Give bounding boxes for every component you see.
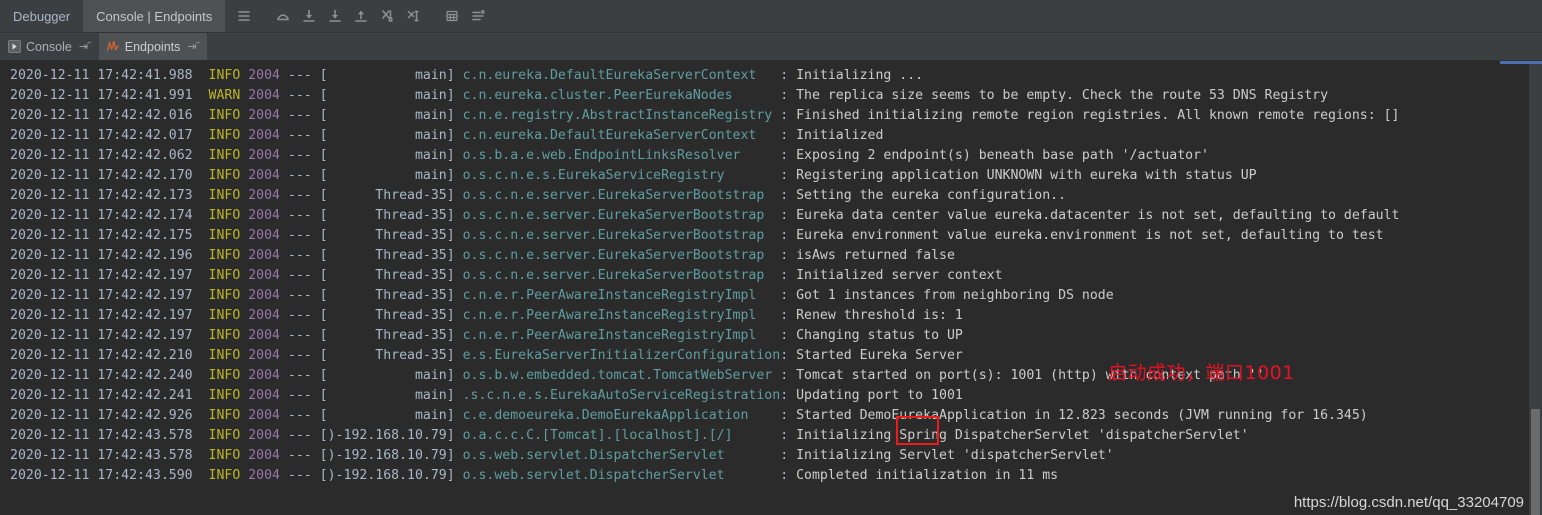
annotation-note-text: 启动成功，端口1001: [1108, 362, 1295, 384]
console-log-line: 2020-12-11 17:42:42.062 INFO 2004 --- [ …: [10, 148, 1209, 163]
console-log-line: 2020-12-11 17:42:42.926 INFO 2004 --- [ …: [10, 408, 1368, 423]
force-step-into-icon[interactable]: [322, 3, 348, 29]
subtab-endpoints-label: Endpoints: [124, 39, 181, 54]
console-log-text: 2020-12-11 17:42:41.988 INFO 2004 --- [ …: [0, 61, 1528, 515]
subtab-console-label: Console: [26, 39, 72, 54]
tab-console-endpoints[interactable]: Console | Endpoints: [83, 0, 226, 32]
console-log-line: 2020-12-11 17:42:42.016 INFO 2004 --- [ …: [10, 108, 1400, 123]
console-subtab-bar: Console ⇥˝ Endpoints ⇥˝: [0, 33, 1542, 61]
idea-run-console-window: Debugger Console | Endpoints Console ⇥˝ …: [0, 0, 1542, 515]
step-over-icon[interactable]: [270, 3, 296, 29]
tab-console-endpoints-label: Console | Endpoints: [96, 8, 213, 24]
drop-frame-icon[interactable]: [374, 3, 400, 29]
tab-debugger-label: Debugger: [13, 8, 71, 24]
console-log-line: 2020-12-11 17:42:41.991 WARN 2004 --- [ …: [10, 88, 1329, 103]
console-log-line: 2020-12-11 17:42:42.017 INFO 2004 --- [ …: [10, 128, 884, 143]
window-accent-edge: [1500, 61, 1542, 64]
evaluate-expression-icon[interactable]: [439, 3, 465, 29]
watermark-url: https://blog.csdn.net/qq_33204709: [1293, 494, 1524, 511]
console-log-line: 2020-12-11 17:42:42.170 INFO 2004 --- [ …: [10, 168, 1257, 183]
console-log-line: 2020-12-11 17:42:42.175 INFO 2004 --- [ …: [10, 228, 1384, 243]
console-log-line: 2020-12-11 17:42:42.174 INFO 2004 --- [ …: [10, 208, 1400, 223]
console-log-line: 2020-12-11 17:42:42.210 INFO 2004 --- [ …: [10, 348, 963, 363]
console-log-line: 2020-12-11 17:42:43.578 INFO 2004 --- [)…: [10, 428, 1249, 443]
subtab-console[interactable]: Console ⇥˝: [0, 33, 99, 60]
console-vertical-scrollbar[interactable]: [1529, 61, 1542, 515]
mute-breakpoints-icon[interactable]: [465, 3, 491, 29]
step-out-icon[interactable]: [348, 3, 374, 29]
console-log-line: 2020-12-11 17:42:42.197 INFO 2004 --- [ …: [10, 308, 963, 323]
endpoints-graph-icon: [106, 40, 120, 54]
console-log-line: 2020-12-11 17:42:42.240 INFO 2004 --- [ …: [10, 368, 1265, 383]
console-log-line: 2020-12-11 17:42:42.197 INFO 2004 --- [ …: [10, 288, 1114, 303]
subtab-endpoints[interactable]: Endpoints ⇥˝: [98, 33, 208, 60]
console-log-line: 2020-12-11 17:42:43.590 INFO 2004 --- [)…: [10, 468, 1059, 483]
console-log-line: 2020-12-11 17:42:42.196 INFO 2004 --- [ …: [10, 248, 955, 263]
subtab-console-pin[interactable]: ⇥˝: [79, 40, 91, 53]
debugger-toolbar: Debugger Console | Endpoints: [0, 0, 1542, 33]
console-log-line: 2020-12-11 17:42:42.173 INFO 2004 --- [ …: [10, 188, 1067, 203]
tab-debugger[interactable]: Debugger: [0, 0, 84, 32]
console-play-icon: [7, 40, 21, 54]
console-log-line: 2020-12-11 17:42:42.241 INFO 2004 --- [ …: [10, 388, 963, 403]
step-into-icon[interactable]: [296, 3, 322, 29]
console-output-panel[interactable]: 2020-12-11 17:42:41.988 INFO 2004 --- [ …: [0, 61, 1542, 515]
run-to-cursor-icon[interactable]: [400, 3, 426, 29]
console-log-line: 2020-12-11 17:42:42.197 INFO 2004 --- [ …: [10, 328, 963, 343]
console-log-line: 2020-12-11 17:42:41.988 INFO 2004 --- [ …: [10, 68, 924, 83]
console-log-line: 2020-12-11 17:42:43.578 INFO 2004 --- [)…: [10, 448, 1114, 463]
console-scrollbar-thumb[interactable]: [1531, 409, 1540, 515]
menu-lines-icon[interactable]: [231, 3, 257, 29]
toolbar-icon-group: [225, 0, 491, 32]
subtab-endpoints-pin[interactable]: ⇥˝: [187, 40, 199, 53]
console-log-line: 2020-12-11 17:42:42.197 INFO 2004 --- [ …: [10, 268, 1003, 283]
